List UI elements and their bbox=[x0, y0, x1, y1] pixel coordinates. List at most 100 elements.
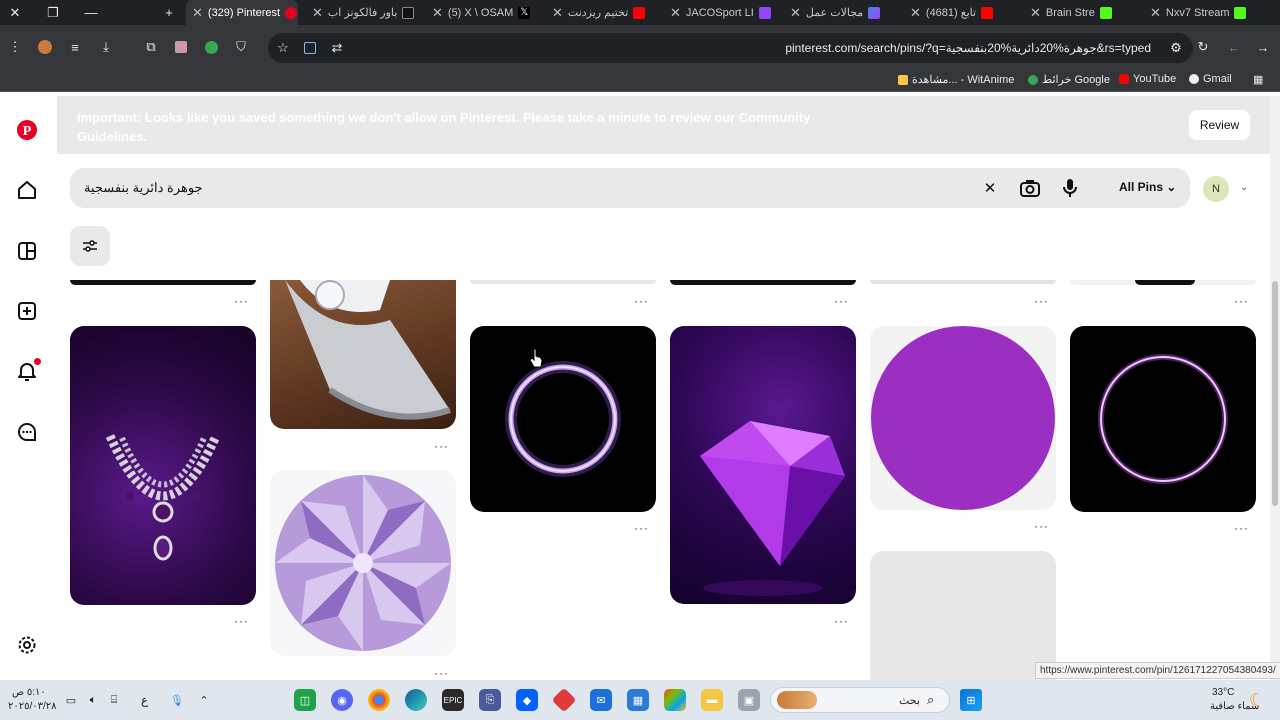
close-tab-icon[interactable]: ✕ bbox=[790, 5, 801, 21]
copilot-icon[interactable] bbox=[664, 689, 686, 711]
forward-icon[interactable]: ← bbox=[1225, 38, 1243, 56]
avatar[interactable]: N bbox=[1203, 176, 1229, 202]
pin-more-options-icon[interactable]: ··· bbox=[634, 521, 649, 535]
pinterest-logo-icon[interactable]: P bbox=[14, 117, 40, 143]
reload-icon[interactable]: ↻ bbox=[1194, 38, 1212, 56]
messages-icon[interactable] bbox=[14, 419, 40, 445]
filter-button[interactable] bbox=[70, 226, 110, 266]
mail-icon[interactable]: ✉ bbox=[590, 689, 612, 711]
create-icon[interactable] bbox=[14, 298, 40, 324]
pin-card-loading-placeholder[interactable] bbox=[870, 551, 1056, 680]
address-bar[interactable]: ☆ ⇄ pinterest.com/search/pins/?q=جوهرة%2… bbox=[268, 33, 1193, 63]
tab-pinterest[interactable]: ✕ (329) Pinterest bbox=[186, 0, 298, 25]
apps-grid-icon[interactable]: ▦ bbox=[1253, 73, 1263, 86]
input-language[interactable]: ع bbox=[141, 693, 148, 707]
discord-icon[interactable]: ◉ bbox=[331, 689, 353, 711]
visual-search-camera-icon[interactable] bbox=[1020, 178, 1040, 198]
pin-more-options-icon[interactable]: ··· bbox=[1034, 519, 1049, 533]
clock-time[interactable]: ٥:١٠ ص bbox=[12, 687, 46, 698]
shield-icon[interactable]: ⛉ bbox=[232, 38, 250, 56]
clock-date[interactable]: ٢٠٢٥/٠٣/٢٨ bbox=[8, 701, 57, 712]
translate-icon[interactable]: ⇄ bbox=[328, 39, 346, 57]
close-window-icon[interactable]: ✕ bbox=[0, 0, 30, 25]
app-icon-blue[interactable]: ⎘ bbox=[479, 689, 501, 711]
pin-card-purple-diamond[interactable] bbox=[670, 326, 856, 604]
menu-dots-icon[interactable]: ⋮ bbox=[6, 38, 24, 56]
scrollbar-thumb[interactable] bbox=[1272, 281, 1278, 506]
voice-search-mic-icon[interactable] bbox=[1060, 178, 1080, 198]
site-settings-icon[interactable]: ⚙ bbox=[1167, 39, 1185, 57]
settings-gear-icon[interactable] bbox=[14, 632, 40, 658]
search-input[interactable]: جوهرة دائرية بنفسجية bbox=[84, 180, 203, 196]
pin-more-options-icon[interactable]: ··· bbox=[634, 294, 649, 308]
close-tab-icon[interactable]: ✕ bbox=[910, 5, 921, 21]
playlist-icon[interactable]: ≡ bbox=[66, 38, 84, 56]
taskbar-search[interactable]: بحث ⌕ bbox=[770, 687, 950, 713]
app-icon-green[interactable]: ◫ bbox=[294, 689, 316, 711]
weather-moon-icon[interactable]: ☾ bbox=[1246, 689, 1268, 711]
network-icon[interactable]: ⌸ bbox=[103, 689, 125, 711]
review-button[interactable]: Review bbox=[1189, 110, 1250, 140]
pin-more-options-icon[interactable]: ··· bbox=[234, 294, 249, 308]
pin-card-partial[interactable] bbox=[870, 280, 1056, 284]
pin-card-neon-ring-outline[interactable] bbox=[1070, 326, 1256, 512]
close-tab-icon[interactable]: ✕ bbox=[192, 5, 203, 21]
close-tab-icon[interactable]: ✕ bbox=[432, 5, 443, 21]
pin-more-options-icon[interactable]: ··· bbox=[834, 614, 849, 628]
task-view-icon[interactable]: ▣ bbox=[738, 689, 760, 711]
bookmark-gmail[interactable]: Gmail bbox=[1189, 73, 1232, 85]
edge-icon[interactable] bbox=[405, 689, 427, 711]
restore-window-icon[interactable]: ❐ bbox=[38, 0, 68, 25]
chrome-icon[interactable] bbox=[368, 689, 390, 711]
bookmark-google-maps[interactable]: خرائط Google bbox=[1028, 73, 1110, 86]
close-tab-icon[interactable]: ✕ bbox=[670, 5, 681, 21]
pin-card-partial[interactable] bbox=[70, 280, 256, 285]
download-icon[interactable]: ⤓ bbox=[97, 38, 115, 56]
tab-falcons[interactable]: ✕ باور فالكونز اب bbox=[306, 0, 418, 25]
home-icon[interactable] bbox=[14, 177, 40, 203]
bookmark-star-icon[interactable]: ☆ bbox=[274, 39, 292, 57]
search-bar[interactable]: جوهرة دائرية بنفسجية ✕ All Pins ⌄ bbox=[70, 168, 1190, 208]
app-icon-red[interactable] bbox=[551, 687, 577, 713]
weather-temperature[interactable]: 33°C bbox=[1212, 687, 1234, 698]
pin-card-partial[interactable] bbox=[470, 280, 656, 284]
show-hidden-icons-chevron-icon[interactable]: ⌃ bbox=[193, 689, 215, 711]
pin-more-options-icon[interactable]: ··· bbox=[434, 666, 449, 680]
new-tab-icon[interactable]: + bbox=[154, 0, 184, 25]
url-text[interactable]: pinterest.com/search/pins/?q=جوهرة%20دائ… bbox=[785, 41, 1151, 55]
profile-extension-icon[interactable] bbox=[36, 38, 54, 56]
search-scope-dropdown[interactable]: All Pins ⌄ bbox=[1119, 180, 1176, 194]
pin-more-options-icon[interactable]: ··· bbox=[1034, 294, 1049, 308]
battery-icon[interactable]: ▭ bbox=[60, 689, 82, 711]
close-tab-icon[interactable]: ✕ bbox=[552, 5, 563, 21]
tab-brain-stream[interactable]: ✕ Brain Stre bbox=[1024, 0, 1136, 25]
tab-x[interactable]: ✕ (5) X \ OSAM 𝕏 bbox=[426, 0, 538, 25]
close-tab-icon[interactable]: ✕ bbox=[312, 5, 323, 21]
close-tab-icon[interactable]: ✕ bbox=[1150, 5, 1161, 21]
clear-search-icon[interactable]: ✕ bbox=[980, 178, 1000, 198]
pin-more-options-icon[interactable]: ··· bbox=[834, 294, 849, 308]
tab-follow[interactable]: ✕ (4681) تابع bbox=[904, 0, 1016, 25]
bookmark-witanime[interactable]: مشاهدة... - WitAnime bbox=[898, 73, 1014, 86]
pin-more-options-icon[interactable]: ··· bbox=[434, 439, 449, 453]
extension-icon[interactable] bbox=[172, 38, 190, 56]
pin-card-purple-necklace[interactable] bbox=[70, 326, 256, 605]
pin-more-options-icon[interactable]: ··· bbox=[1234, 294, 1249, 308]
tab-resident-evil[interactable]: ✕ تختيم ريزدنت bbox=[546, 0, 658, 25]
tab-nxv7-stream[interactable]: ✕ Nxv7 Stream bbox=[1144, 0, 1256, 25]
account-chevron-down-icon[interactable]: ⌄ bbox=[1240, 182, 1248, 193]
tab-work-fields[interactable]: ✕ مجالات عمل bbox=[784, 0, 896, 25]
pin-card-diamond-ring[interactable] bbox=[270, 280, 456, 429]
pin-card-partial[interactable] bbox=[1070, 280, 1256, 285]
tab-jacosport[interactable]: ✕ JACOSport LI bbox=[664, 0, 776, 25]
pin-more-options-icon[interactable]: ··· bbox=[234, 614, 249, 628]
file-explorer-icon[interactable]: ▬ bbox=[701, 689, 723, 711]
extensions-icon[interactable]: ⧉ bbox=[142, 38, 160, 56]
calendar-icon[interactable]: ▦ bbox=[627, 689, 649, 711]
volume-icon[interactable]: 🔈︎ bbox=[82, 689, 104, 711]
windows-start-icon[interactable]: ⊞ bbox=[960, 689, 982, 711]
bookmark-youtube[interactable]: YouTube bbox=[1119, 73, 1176, 85]
pin-card-partial[interactable] bbox=[670, 280, 856, 285]
microphone-icon[interactable]: 🎙︎ bbox=[166, 689, 188, 711]
pin-card-neon-ring-glow[interactable] bbox=[470, 326, 656, 512]
